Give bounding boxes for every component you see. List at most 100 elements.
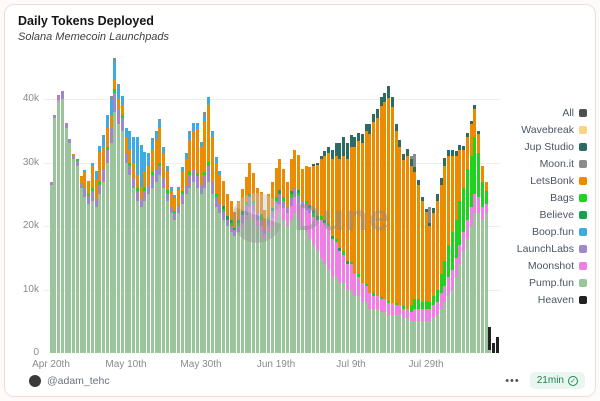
- legend-item-wavebreak[interactable]: Wavebreak: [517, 121, 587, 138]
- bar-jul-13[interactable]: [365, 124, 368, 353]
- bar-jul-9[interactable]: [350, 135, 353, 353]
- bar-aug-10[interactable]: [470, 121, 473, 353]
- bar-jul-20[interactable]: [391, 97, 394, 353]
- bar-aug-11[interactable]: [473, 105, 476, 353]
- bar-may-5[interactable]: [106, 115, 109, 353]
- bar-may-31[interactable]: [203, 112, 206, 353]
- bar-apr-28[interactable]: [80, 176, 83, 353]
- bar-jul-11[interactable]: [357, 133, 360, 353]
- bar-jul-30[interactable]: [428, 207, 431, 353]
- bar-jul-17[interactable]: [380, 97, 383, 354]
- legend-item-heaven[interactable]: Heaven: [517, 291, 587, 308]
- bar-jul-26[interactable]: [413, 154, 416, 353]
- bar-jul-16[interactable]: [376, 109, 379, 353]
- bar-jul-31[interactable]: [432, 208, 435, 353]
- bar-jul-18[interactable]: [383, 93, 386, 353]
- bar-jul-23[interactable]: [402, 154, 405, 353]
- bar-jun-4[interactable]: [218, 171, 221, 353]
- bar-may-13[interactable]: [136, 137, 139, 353]
- legend-item-moonshot[interactable]: Moonshot: [517, 257, 587, 274]
- bar-jul-24[interactable]: [406, 149, 409, 353]
- bar-jun-20[interactable]: [278, 159, 281, 353]
- bar-jun-28[interactable]: [308, 167, 311, 353]
- bar-aug-14[interactable]: [485, 182, 488, 353]
- bar-jun-24[interactable]: [293, 150, 296, 353]
- bar-aug-13[interactable]: [481, 166, 484, 353]
- legend-item-all[interactable]: All: [517, 104, 587, 121]
- bar-jun-21[interactable]: [282, 169, 285, 353]
- bar-jun-17[interactable]: [267, 194, 270, 353]
- bar-jun-27[interactable]: [305, 166, 308, 353]
- legend-item-boop-fun[interactable]: Boop.fun: [517, 223, 587, 240]
- bar-jul-6[interactable]: [338, 143, 341, 353]
- bar-may-17[interactable]: [151, 138, 154, 353]
- bar-apr-25[interactable]: [68, 139, 71, 353]
- bar-may-20[interactable]: [162, 147, 165, 353]
- bar-jun-15[interactable]: [260, 192, 263, 353]
- bar-apr-23[interactable]: [61, 91, 64, 353]
- bar-jul-21[interactable]: [395, 124, 398, 353]
- bar-may-28[interactable]: [192, 123, 195, 353]
- bar-may-12[interactable]: [132, 137, 135, 353]
- bar-jun-5[interactable]: [222, 181, 225, 353]
- bar-jul-15[interactable]: [372, 114, 375, 353]
- bar-aug-4[interactable]: [447, 150, 450, 353]
- legend-item-jup-studio[interactable]: Jup Studio: [517, 138, 587, 155]
- bar-jun-29[interactable]: [312, 164, 315, 353]
- bar-jul-10[interactable]: [353, 137, 356, 353]
- plot-area[interactable]: [44, 56, 500, 353]
- bar-may-29[interactable]: [196, 123, 199, 353]
- bar-aug-17[interactable]: [496, 337, 499, 354]
- bar-jun-12[interactable]: [248, 163, 251, 353]
- bar-aug-12[interactable]: [477, 131, 480, 353]
- bar-jul-22[interactable]: [398, 140, 401, 353]
- bar-jul-12[interactable]: [361, 134, 364, 353]
- bar-jul-4[interactable]: [331, 150, 334, 353]
- bar-may-1[interactable]: [91, 163, 94, 353]
- bar-jul-7[interactable]: [342, 137, 345, 353]
- bar-aug-7[interactable]: [458, 145, 461, 353]
- legend-item-moon-it[interactable]: Moon.it: [517, 155, 587, 172]
- data-freshness-badge[interactable]: 21min ✓: [530, 372, 585, 389]
- bar-apr-22[interactable]: [57, 95, 60, 353]
- bar-jun-8[interactable]: [233, 212, 236, 353]
- bar-jul-29[interactable]: [425, 209, 428, 353]
- author-link[interactable]: @adam_tehc: [29, 375, 110, 387]
- bar-jun-6[interactable]: [226, 194, 229, 353]
- bar-jul-14[interactable]: [368, 124, 371, 353]
- bar-may-3[interactable]: [98, 146, 101, 353]
- bar-may-15[interactable]: [143, 152, 146, 353]
- bar-may-22[interactable]: [170, 187, 173, 353]
- legend-item-launchlabs[interactable]: LaunchLabs: [517, 240, 587, 257]
- bar-aug-9[interactable]: [466, 133, 469, 353]
- bar-jun-9[interactable]: [237, 201, 240, 353]
- bar-may-8[interactable]: [117, 84, 120, 353]
- bar-jun-22[interactable]: [286, 182, 289, 353]
- bar-jun-14[interactable]: [256, 188, 259, 353]
- bar-may-9[interactable]: [121, 96, 124, 353]
- legend-item-bags[interactable]: Bags: [517, 189, 587, 206]
- bar-jul-5[interactable]: [335, 143, 338, 353]
- bar-apr-21[interactable]: [53, 115, 56, 353]
- more-options-button[interactable]: •••: [505, 375, 520, 387]
- bar-aug-16[interactable]: [492, 343, 495, 353]
- bar-jun-23[interactable]: [290, 159, 293, 353]
- bar-jun-1[interactable]: [207, 97, 210, 353]
- bar-apr-27[interactable]: [76, 159, 79, 353]
- bar-apr-24[interactable]: [65, 123, 68, 354]
- legend-item-pump-fun[interactable]: Pump.fun: [517, 274, 587, 291]
- bar-jun-30[interactable]: [316, 163, 319, 353]
- bar-may-23[interactable]: [173, 195, 176, 353]
- bar-jun-18[interactable]: [271, 182, 274, 353]
- bar-jun-25[interactable]: [297, 155, 300, 353]
- bar-may-25[interactable]: [181, 167, 184, 353]
- bar-may-11[interactable]: [128, 131, 131, 353]
- bar-may-2[interactable]: [95, 171, 98, 353]
- bar-may-24[interactable]: [177, 187, 180, 353]
- bar-jun-13[interactable]: [252, 173, 255, 353]
- bar-may-10[interactable]: [125, 128, 128, 353]
- bar-jul-27[interactable]: [417, 180, 420, 353]
- bar-jun-11[interactable]: [245, 177, 248, 354]
- bar-may-30[interactable]: [200, 142, 203, 353]
- legend-item-believe[interactable]: Believe: [517, 206, 587, 223]
